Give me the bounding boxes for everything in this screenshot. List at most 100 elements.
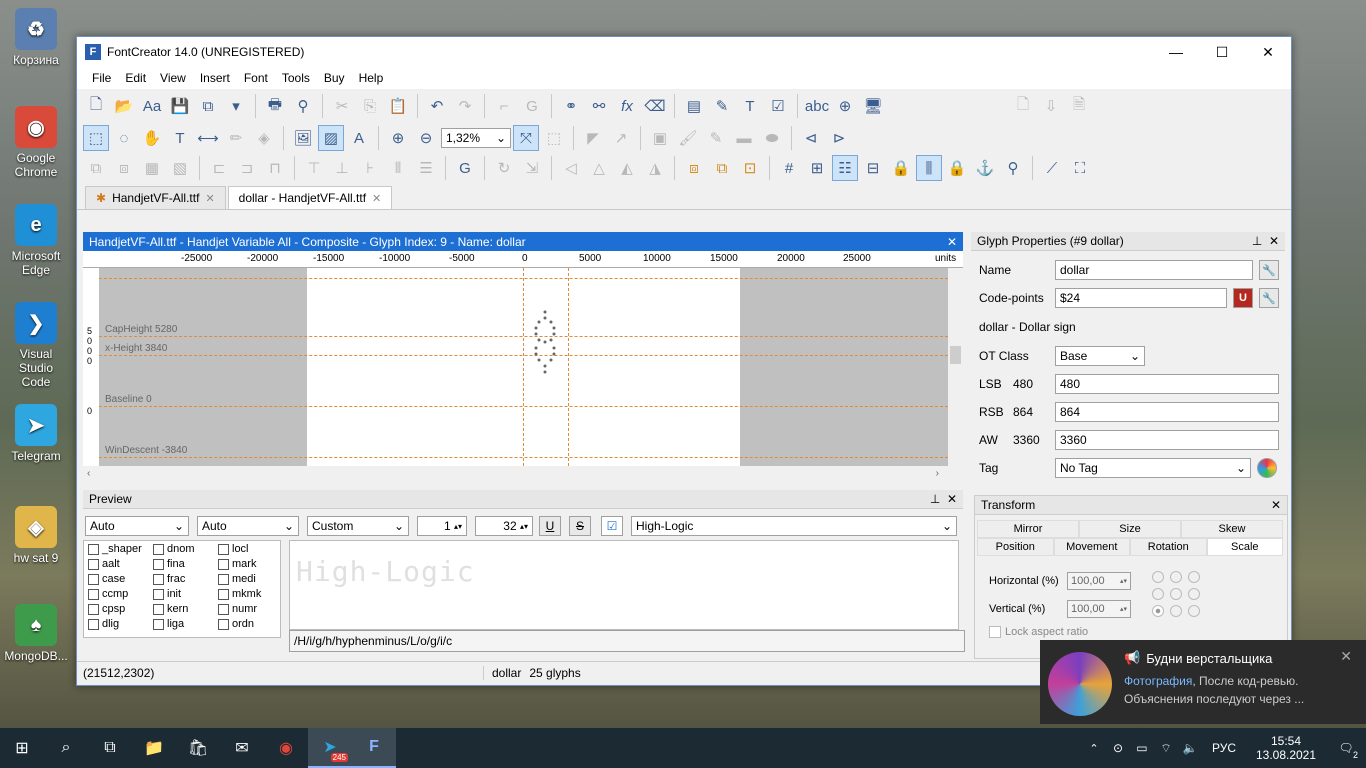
tab-scale[interactable]: Scale <box>1206 538 1283 556</box>
pin-icon[interactable]: ⊥ <box>1252 234 1262 248</box>
feature-checkbox[interactable]: medi <box>218 573 256 585</box>
copy-icon[interactable]: ⎘ <box>357 93 383 119</box>
spell-check-icon[interactable]: abc <box>804 93 830 119</box>
mode-select[interactable]: Custom ⌄ <box>307 516 409 536</box>
menu-tools[interactable]: Tools <box>275 71 317 85</box>
flip-h-icon[interactable]: ◭ <box>614 155 640 181</box>
intersect-icon[interactable]: ⧉ <box>709 155 735 181</box>
store-icon[interactable]: 🛍 <box>176 728 220 768</box>
task-view-icon[interactable]: ⧉ <box>88 728 132 768</box>
feature-checkbox[interactable]: numr <box>218 603 257 615</box>
name-field[interactable]: dollar <box>1055 260 1253 280</box>
chrome-icon[interactable]: ◉ <box>264 728 308 768</box>
tab-glyph-dollar[interactable]: dollar - HandjetVF-All.ttf ✕ <box>227 186 393 209</box>
desktop-icon[interactable]: ◉ Google Chrome <box>4 106 68 179</box>
align-left-icon[interactable]: ⊏ <box>206 155 232 181</box>
notification-toast[interactable]: 📢 Будни верстальщика ✕ Фотография, После… <box>1040 640 1366 724</box>
vertical-scale-input[interactable]: 100,00 ▴▾ <box>1067 600 1131 618</box>
combine-icon[interactable]: ▦ <box>139 155 165 181</box>
paste-icon[interactable]: 📋 <box>385 93 411 119</box>
undo-icon[interactable]: ↶ <box>424 93 450 119</box>
align-right-icon[interactable]: ⊓ <box>262 155 288 181</box>
page-icon[interactable]: 🗋 <box>1010 93 1036 119</box>
close-icon[interactable]: ✕ <box>947 492 957 506</box>
aw-field[interactable]: 3360 <box>1055 430 1279 450</box>
anchor-lock-icon[interactable]: ⚲ <box>1000 155 1026 181</box>
metrics-lock-icon[interactable]: 🔒 <box>888 155 914 181</box>
glyph-canvas[interactable]: CapHeight 5280 x-Height 3840 Baseline 0 … <box>99 268 948 466</box>
scroll-right-icon[interactable]: › <box>936 468 939 479</box>
image-icon[interactable]: ▣ <box>647 125 673 151</box>
feature-checkbox[interactable]: cpsp <box>88 603 125 615</box>
align-center-icon[interactable]: ⊐ <box>234 155 260 181</box>
function-icon[interactable]: fx <box>614 93 640 119</box>
anchor-icon[interactable]: ⚓ <box>972 155 998 181</box>
glyph-sequence-input[interactable]: /H/i/g/h/hyphenminus/L/o/g/i/c <box>289 630 965 652</box>
desktop-icon[interactable]: ❯ Visual Studio Code <box>4 302 68 389</box>
checkbox-icon[interactable]: ☑ <box>601 516 623 536</box>
rectangle-icon[interactable]: ▬ <box>731 125 757 151</box>
fontcreator-taskbar-icon[interactable]: F <box>352 728 396 768</box>
flip-icon[interactable]: △ <box>586 155 612 181</box>
feature-checkbox[interactable]: init <box>153 588 181 600</box>
pen-tool-icon[interactable]: ✏ <box>223 125 249 151</box>
metrics-magnet-icon[interactable]: ⊟ <box>860 155 886 181</box>
origin-radio[interactable] <box>1170 588 1182 600</box>
open-installed-icon[interactable]: Aa <box>139 93 165 119</box>
install-font-icon[interactable]: 🖥 <box>860 93 886 119</box>
flip-left-icon[interactable]: ◁ <box>558 155 584 181</box>
clock[interactable]: 15:54 13.08.2021 <box>1246 734 1326 762</box>
horizontal-scale-input[interactable]: 100,00 ▴▾ <box>1067 572 1131 590</box>
preview-text-area[interactable]: High-Logic <box>289 540 959 630</box>
feature-checkbox[interactable]: kern <box>153 603 188 615</box>
font-properties-icon[interactable]: ▤ <box>681 93 707 119</box>
origin-radio[interactable] <box>1188 588 1200 600</box>
font-select[interactable]: High-Logic ⌄ <box>631 516 957 536</box>
desktop-icon[interactable]: ♻ Корзина <box>4 8 68 67</box>
feature-checkbox[interactable]: frac <box>153 573 185 585</box>
zoom-fit-icon[interactable]: ⤧ <box>513 125 539 151</box>
menu-insert[interactable]: Insert <box>193 71 237 85</box>
feature-checkbox[interactable]: mkmk <box>218 588 261 600</box>
battery-icon[interactable]: ▭ <box>1130 728 1154 768</box>
rotate-icon[interactable]: ↻ <box>491 155 517 181</box>
arrow-tool-icon[interactable]: ↗ <box>608 125 634 151</box>
print-icon[interactable]: 🖶 <box>262 93 288 119</box>
save-icon[interactable]: 💾 <box>167 93 193 119</box>
metrics-icon[interactable]: ☷ <box>832 155 858 181</box>
report-icon[interactable]: 🗎 <box>1066 93 1092 119</box>
origin-radio[interactable] <box>1170 605 1182 617</box>
link-icon[interactable]: ⚭ <box>558 93 584 119</box>
feature-checkbox[interactable]: _shaper <box>88 543 142 555</box>
size-from-stepper[interactable]: 1 ▴▾ <box>417 516 467 536</box>
minimize-button[interactable]: — <box>1153 37 1199 67</box>
windows-start-icon[interactable]: ⊞ <box>0 728 44 768</box>
fill-tool-icon[interactable]: ◈ <box>251 125 277 151</box>
dollar-glyph-outline[interactable] <box>527 308 563 378</box>
rsb-field[interactable]: 864 <box>1055 402 1279 422</box>
align-middle-icon[interactable]: ⊥ <box>329 155 355 181</box>
select-tool-icon[interactable]: ⬚ <box>83 125 109 151</box>
unlink-icon[interactable]: ⚯ <box>586 93 612 119</box>
canvas-vertical-scrollbar[interactable] <box>948 268 963 466</box>
tab-skew[interactable]: Skew <box>1181 520 1283 538</box>
background-image-icon[interactable]: 🖼 <box>290 125 316 151</box>
tab-position[interactable]: Position <box>977 538 1054 556</box>
align-top-icon[interactable]: ⊤ <box>301 155 327 181</box>
feature-checkbox[interactable]: locl <box>218 543 249 555</box>
grid-icon[interactable]: # <box>776 155 802 181</box>
guidelines-lock-icon[interactable]: 🔒 <box>944 155 970 181</box>
save-all-icon[interactable]: ⧉ <box>195 93 221 119</box>
feature-checkbox[interactable]: dlig <box>88 618 119 630</box>
tab-font-file[interactable]: ✱ HandjetVF-All.ttf ✕ <box>85 186 226 209</box>
underline-button[interactable]: U <box>539 516 561 536</box>
ellipse-icon[interactable]: ⬬ <box>759 125 785 151</box>
feature-checkbox[interactable]: mark <box>218 558 256 570</box>
strikethrough-button[interactable]: S <box>569 516 591 536</box>
search-icon[interactable]: ⌕ <box>44 728 88 768</box>
origin-radio[interactable] <box>1188 571 1200 583</box>
test-font-icon[interactable]: T <box>737 93 763 119</box>
origin-radio[interactable] <box>1152 588 1164 600</box>
chevron-up-icon[interactable]: ⌃ <box>1082 728 1106 768</box>
new-font-icon[interactable]: 🗋 <box>83 93 109 119</box>
